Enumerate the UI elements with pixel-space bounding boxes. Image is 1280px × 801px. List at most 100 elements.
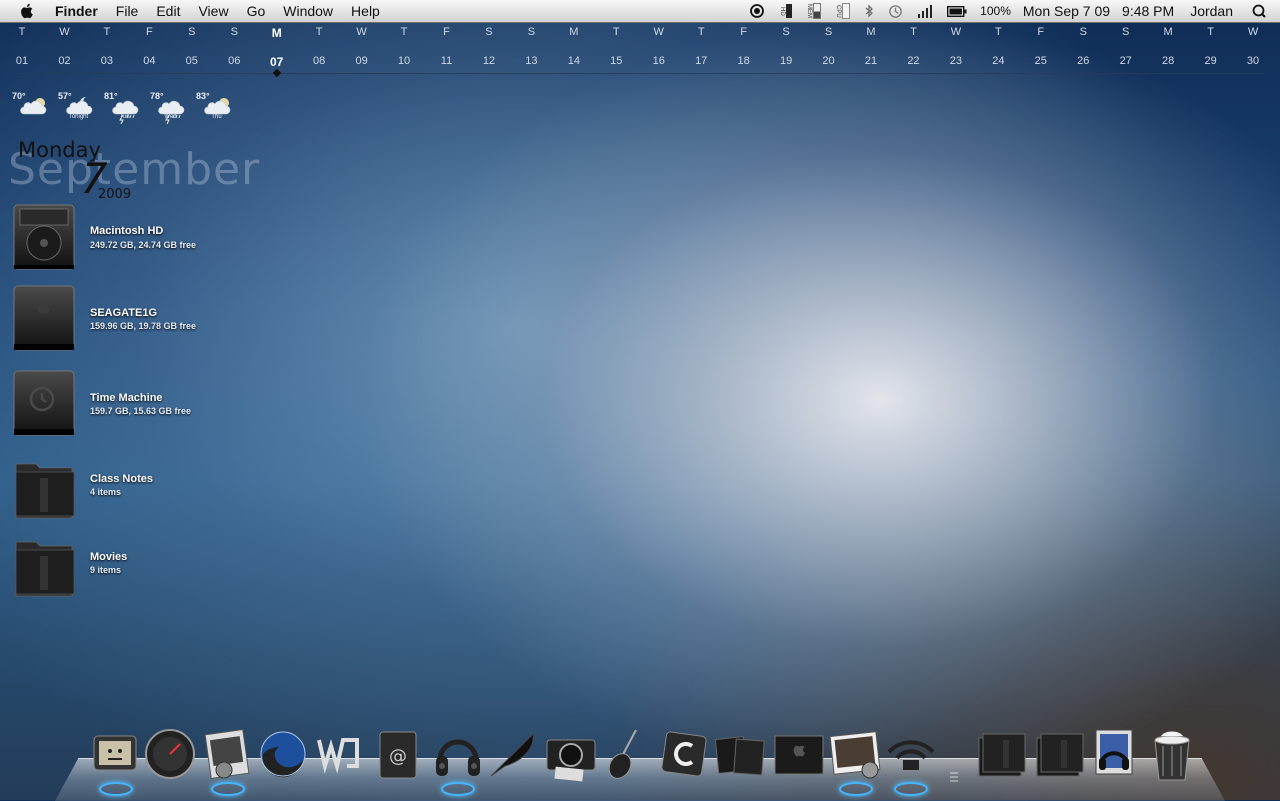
time-machine-drive-icon xyxy=(13,370,75,436)
calendar-weekday-letter: M xyxy=(866,26,876,38)
mem-meter[interactable]: MEM xyxy=(806,3,822,19)
apple-box-icon xyxy=(774,735,824,775)
headphones-itunes-icon xyxy=(436,739,480,776)
desktop-item-name: Class Notes xyxy=(90,473,153,485)
calendar-weekday-letter: T xyxy=(400,26,408,38)
calendar-day-number: 18 xyxy=(737,55,750,67)
calendar-day-number: 21 xyxy=(864,55,878,67)
calendar-weekday-letter: F xyxy=(443,26,450,38)
menu-help[interactable]: Help xyxy=(342,0,389,22)
calendar-baseline xyxy=(14,73,1264,74)
desktop-item-time-machine[interactable]: Time Machine 159.7 GB, 15.63 GB free xyxy=(10,369,230,441)
dock-item[interactable] xyxy=(200,726,254,796)
desktop-item-name: Time Machine xyxy=(90,392,163,404)
preview-app-icon xyxy=(204,729,250,779)
menu-file[interactable]: File xyxy=(107,0,148,22)
calendar-day-number: 27 xyxy=(1119,55,1132,67)
calendar-weekday-letter: T xyxy=(18,26,26,38)
calendar-weekday-letter: T xyxy=(103,26,111,38)
camera-icon xyxy=(546,739,596,782)
weather-day-label: Tue xyxy=(119,114,130,120)
calendar-day-number: 05 xyxy=(185,55,198,67)
menu-go[interactable]: Go xyxy=(238,0,275,22)
desktop-item-movies[interactable]: Movies 9 items xyxy=(10,536,230,608)
menu-bar: Finder File Edit View Go Window Help HD … xyxy=(0,0,1280,23)
calendar-day-number: 17 xyxy=(695,55,708,67)
month-calendar-strip: T 01 W 02 T 03 F 04 S 05 S 06 M 07 T 08 W 09 T 10 F 11 S 12 S 13 M… xyxy=(0,26,1280,78)
dock-item[interactable] xyxy=(255,726,309,782)
bluetooth-icon[interactable] xyxy=(864,4,874,18)
calendar-day-number: 15 xyxy=(610,55,623,67)
dock-item[interactable] xyxy=(600,726,654,782)
cpu-label: CPU xyxy=(835,4,842,18)
menu-view[interactable]: View xyxy=(189,0,237,22)
mem-label: MEM xyxy=(806,4,813,18)
battery-icon[interactable] xyxy=(947,5,967,17)
dock-item[interactable]: @ xyxy=(370,726,424,782)
date-year: 2009 xyxy=(98,187,132,202)
weather-day: 70° xyxy=(10,90,55,126)
weather-temp: 81° xyxy=(104,91,118,101)
calendar-weekday-letter: S xyxy=(188,26,196,38)
calendar-day-number: 03 xyxy=(100,55,114,67)
menu-edit[interactable]: Edit xyxy=(147,0,189,22)
dock-item[interactable] xyxy=(883,726,937,796)
calendar-weekday-letter: M xyxy=(1163,26,1173,38)
dock-item[interactable] xyxy=(656,726,710,782)
running-indicator xyxy=(894,782,928,796)
calendar-weekday-letter: W xyxy=(653,26,664,38)
dock: @ xyxy=(55,720,1225,801)
calendar-weekday-letter: W xyxy=(1247,26,1259,38)
folder-icon xyxy=(15,463,75,519)
dock-item[interactable] xyxy=(88,726,142,796)
calendar-weekday-letter: F xyxy=(1037,26,1045,38)
record-icon[interactable] xyxy=(749,3,765,19)
weather-day: 83° Thu xyxy=(194,90,239,126)
menu-app-name[interactable]: Finder xyxy=(46,0,107,22)
c-app-icon xyxy=(661,731,707,777)
calendar-weekday-letter: S xyxy=(824,26,833,38)
dock-item[interactable] xyxy=(1145,726,1199,782)
dock-item[interactable] xyxy=(485,726,539,782)
iphoto-icon xyxy=(829,731,881,779)
address-book-icon: @ xyxy=(379,731,417,779)
calendar-day-number: 08 xyxy=(313,55,326,67)
dock-item[interactable] xyxy=(1031,726,1085,782)
calendar-day-number: 22 xyxy=(907,55,920,67)
calendar-day-number: 30 xyxy=(1246,55,1260,67)
menu-user[interactable]: Jordan xyxy=(1190,3,1233,19)
dock-item[interactable] xyxy=(828,726,882,796)
running-indicator xyxy=(99,782,133,796)
time-machine-icon[interactable] xyxy=(888,4,903,19)
menu-date[interactable]: Mon Sep 7 09 xyxy=(1023,3,1110,19)
desktop-item-macintosh-hd[interactable]: Macintosh HD 249.72 GB, 24.74 GB free xyxy=(10,203,230,275)
weather-day-label: Tonight xyxy=(68,114,89,120)
dock-item[interactable] xyxy=(543,726,597,782)
calendar-weekday-letter: W xyxy=(356,26,367,38)
dock-item[interactable] xyxy=(771,726,825,782)
hd-label: HD xyxy=(779,6,786,16)
firefox-icon xyxy=(260,731,306,778)
hd-meter[interactable]: HD xyxy=(779,4,793,18)
calendar-weekday-letter: T xyxy=(1207,26,1214,38)
dock-item[interactable] xyxy=(1088,726,1142,782)
apple-icon[interactable] xyxy=(18,2,36,20)
dock-item[interactable] xyxy=(430,726,484,796)
dock-item[interactable] xyxy=(313,726,367,782)
dock-item[interactable] xyxy=(713,726,767,782)
desktop-item-info: 4 items xyxy=(90,487,122,497)
menu-time[interactable]: 9:48 PM xyxy=(1122,3,1174,19)
calendar-day-number: 01 xyxy=(15,55,29,67)
desktop-item-class-notes[interactable]: Class Notes 4 items xyxy=(10,458,230,530)
spotlight-icon[interactable] xyxy=(1252,4,1266,18)
weather-day-label: Thu xyxy=(211,114,222,120)
calendar-weekday-letter: S xyxy=(485,26,493,38)
weather-temp: 78° xyxy=(150,91,164,101)
cpu-meter[interactable]: CPU xyxy=(835,3,851,19)
dock-item[interactable] xyxy=(143,726,197,782)
battery-percent[interactable]: 100% xyxy=(980,4,1011,18)
menu-window[interactable]: Window xyxy=(274,0,342,22)
desktop-item-seagate1g[interactable]: SEAGATE1G 159.96 GB, 19.78 GB free xyxy=(10,284,230,356)
signal-icon[interactable] xyxy=(917,4,933,18)
dock-item[interactable] xyxy=(973,726,1027,782)
